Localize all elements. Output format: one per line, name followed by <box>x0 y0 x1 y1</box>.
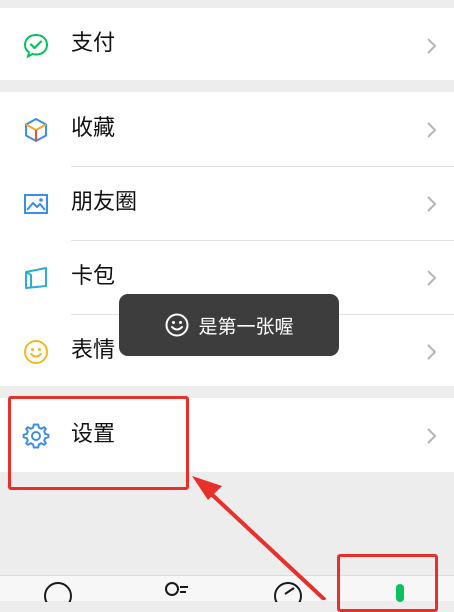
toast-text: 是第一张喔 <box>198 315 294 338</box>
chevron-right-icon <box>426 195 438 213</box>
card-wallet-icon <box>22 264 50 292</box>
contacts-icon <box>165 582 188 596</box>
picture-icon <box>22 190 50 218</box>
chevron-right-icon <box>426 121 438 139</box>
menu-item-stickers-label: 表情 <box>71 338 116 363</box>
wechat-me-screen: 支付 收藏 朋友圈 卡包 表情 设置 是第一张喔 <box>0 0 454 612</box>
menu-item-cards-label: 卡包 <box>71 264 116 289</box>
highlight-box-me-tab <box>337 554 438 612</box>
chevron-right-icon <box>426 343 438 361</box>
highlight-box-settings <box>8 396 189 490</box>
tab-contacts[interactable] <box>155 580 195 602</box>
menu-item-favorites[interactable]: 收藏 <box>0 92 454 166</box>
menu-item-pay-label: 支付 <box>71 31 116 56</box>
chevron-right-icon <box>426 269 438 287</box>
cube-icon <box>22 116 50 144</box>
tab-discover[interactable] <box>268 580 308 610</box>
chevron-right-icon <box>426 37 438 55</box>
menu-item-favorites-label: 收藏 <box>71 116 116 141</box>
smiley-icon <box>22 338 50 366</box>
tab-chats[interactable] <box>38 580 78 610</box>
menu-item-moments[interactable]: 朋友圈 <box>0 166 454 240</box>
menu-item-moments-label: 朋友圈 <box>71 190 138 215</box>
discover-compass-icon <box>274 582 302 610</box>
chat-icon <box>44 582 72 610</box>
pay-group: 支付 <box>0 8 454 80</box>
menu-item-pay[interactable]: 支付 <box>0 8 454 80</box>
wallet-check-icon <box>22 32 50 60</box>
toast-message: 是第一张喔 <box>119 294 339 356</box>
chevron-right-icon <box>426 427 438 445</box>
smiley-icon <box>164 312 190 338</box>
